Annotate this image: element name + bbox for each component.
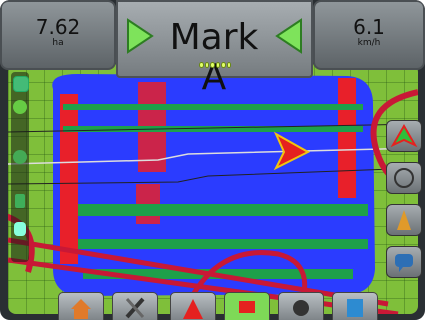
section-icon[interactable] — [14, 222, 26, 236]
steering-wheel-button[interactable] — [386, 162, 422, 194]
area-unit: ha — [52, 38, 64, 48]
satellite-dot — [199, 62, 204, 68]
stripe-1 — [63, 104, 363, 110]
vehicle-view-button[interactable] — [386, 204, 422, 236]
guidance-title-panel: Mark A — [116, 0, 313, 98]
message-icon — [395, 254, 413, 272]
home-icon — [71, 299, 91, 319]
mark-label: Mark A — [169, 17, 259, 98]
right-guidance-arrow-icon — [275, 18, 302, 54]
mark-a-button[interactable] — [386, 120, 422, 152]
gps-icon[interactable] — [13, 100, 27, 114]
guidance-map[interactable] — [8, 64, 418, 314]
speaker-icon — [293, 300, 309, 316]
top-status-bar: 7.62 ha Mark A 6.1 km/h — [0, 0, 425, 98]
stripe-2 — [63, 126, 363, 132]
mark-button[interactable] — [224, 292, 270, 320]
overlap-right — [338, 78, 356, 198]
warning-icon — [183, 299, 203, 319]
tractor-icon[interactable] — [13, 76, 29, 92]
coverage-drawing — [8, 74, 418, 314]
satellite-indicator — [199, 62, 231, 68]
speed-value: 6.1 — [353, 15, 385, 39]
satellite-dot — [215, 62, 220, 68]
screen-frame: 7.62 ha Mark A 6.1 km/h — [0, 0, 425, 320]
steering-icon[interactable] — [13, 150, 27, 164]
right-toolbar — [386, 120, 422, 285]
satellite-dot — [226, 62, 231, 68]
boom-icon[interactable] — [15, 194, 25, 208]
speaker-button[interactable] — [278, 292, 324, 320]
stripe-3 — [78, 204, 368, 216]
satellite-dot — [204, 62, 209, 68]
warning-button[interactable] — [170, 292, 216, 320]
speed-unit: km/h — [357, 38, 381, 48]
home-button[interactable] — [58, 292, 104, 320]
area-value: 7.62 — [35, 15, 81, 39]
steering-wheel-icon — [394, 168, 414, 188]
area-readout[interactable]: 7.62 ha — [0, 0, 116, 70]
speed-readout[interactable]: 6.1 km/h — [313, 0, 425, 70]
left-toolbar — [11, 72, 29, 262]
tools-icon — [125, 297, 145, 319]
satellite-dot — [221, 62, 226, 68]
tablet-button[interactable] — [332, 292, 378, 320]
bottom-toolbar — [58, 292, 378, 320]
message-button[interactable] — [386, 246, 422, 278]
left-guidance-arrow-icon — [127, 18, 154, 54]
mark-icon — [239, 301, 255, 313]
tablet-icon — [347, 299, 363, 317]
tools-button[interactable] — [112, 292, 158, 320]
stripe-4 — [78, 239, 368, 249]
mark-a-arrow-icon — [390, 124, 418, 148]
overlap-left — [60, 94, 78, 264]
satellite-dot — [210, 62, 215, 68]
vehicle-view-icon — [397, 210, 411, 230]
